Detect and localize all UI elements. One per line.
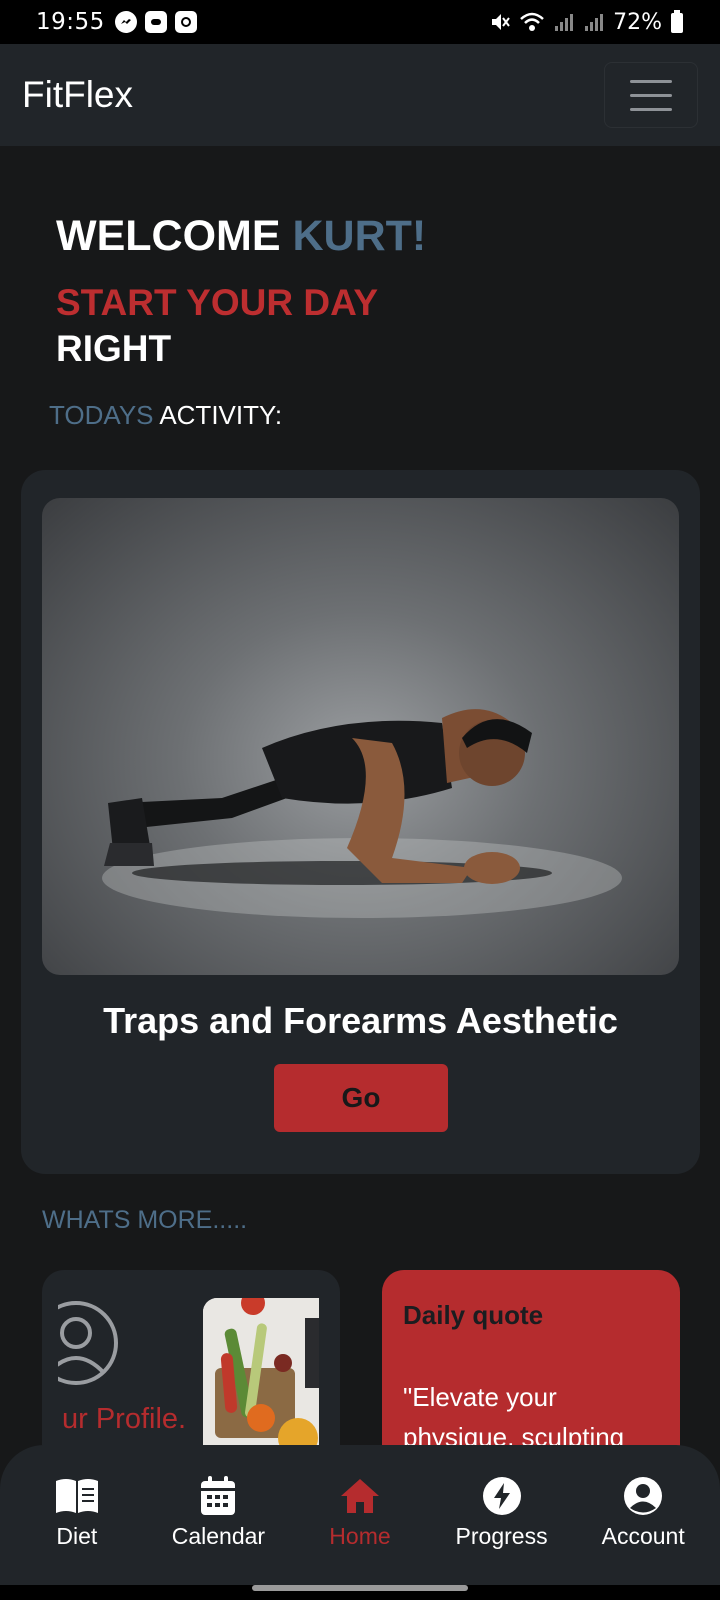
brand-logo[interactable]: FitFlex [22,74,133,116]
quote-title: Daily quote [403,1300,544,1330]
calendar-icon [201,1476,236,1515]
nav-label-home: Home [329,1523,391,1549]
home-icon [340,1479,379,1513]
signal-icon-2 [585,14,604,31]
activity-card: Traps and Forearms Aesthetic Go [21,470,700,1174]
daily-quote-card[interactable]: Daily quote "Elevate your physique, scul… [382,1270,680,1470]
nav-label-diet: Diet [56,1523,98,1549]
book-icon [55,1479,98,1513]
messenger-icon [114,11,137,33]
welcome-text: WELCOME [56,212,281,260]
todays-activity-label: TODAYS ACTIVITY: [49,400,282,431]
status-bar: 19:55 72% [0,0,720,44]
nav-label-calendar: Calendar [171,1523,266,1549]
wifi-icon [520,12,544,31]
battery-percent: 72% [613,9,662,35]
todays-suffix: ACTIVITY: [159,400,283,430]
activity-title: Traps and Forearms Aesthetic [103,1000,618,1041]
bottom-nav: Diet Calendar Home Progress Account [0,1445,720,1585]
nav-item-calendar[interactable]: Calendar [153,1475,283,1585]
signal-icon [555,14,574,31]
game-icon [144,11,167,33]
food-image [203,1298,319,1458]
whats-more-heading: WHATS MORE..... [42,1206,248,1234]
menu-toggle-button[interactable] [604,62,698,128]
app-icon [174,11,197,33]
notification-icons [114,11,197,33]
tagline-red: START YOUR DAY [56,282,379,323]
nav-item-diet[interactable]: Diet [12,1475,142,1585]
tagline: START YOUR DAY RIGHT [56,280,378,372]
nav-item-home[interactable]: Home [295,1475,425,1585]
nav-label-progress: Progress [455,1523,548,1549]
user-circle-icon [624,1477,663,1515]
activity-image [42,498,679,975]
hamburger-icon-line [630,107,672,111]
home-indicator[interactable] [0,1585,720,1600]
tagline-white: RIGHT [56,328,172,369]
hamburger-icon-line [630,93,672,97]
battery-icon [671,10,683,33]
nav-item-progress[interactable]: Progress [437,1475,567,1585]
navbar: FitFlex [0,44,720,146]
nav-label-account: Account [601,1523,685,1549]
profile-text: ur Profile. [62,1403,187,1435]
bolt-icon [482,1477,521,1515]
user-name: KURT! [292,212,427,260]
mute-icon [492,14,510,30]
nav-item-account[interactable]: Account [578,1475,708,1585]
hamburger-icon-line [630,79,672,83]
status-time: 19:55 [36,9,105,35]
todays-prefix: TODAYS [49,400,154,430]
profile-card[interactable]: ur Profile. [42,1270,340,1470]
status-right: 72% [489,10,684,35]
go-button[interactable]: Go [274,1064,448,1132]
welcome-heading: WELCOME KURT! [56,212,426,261]
profile-icon [58,1301,118,1385]
